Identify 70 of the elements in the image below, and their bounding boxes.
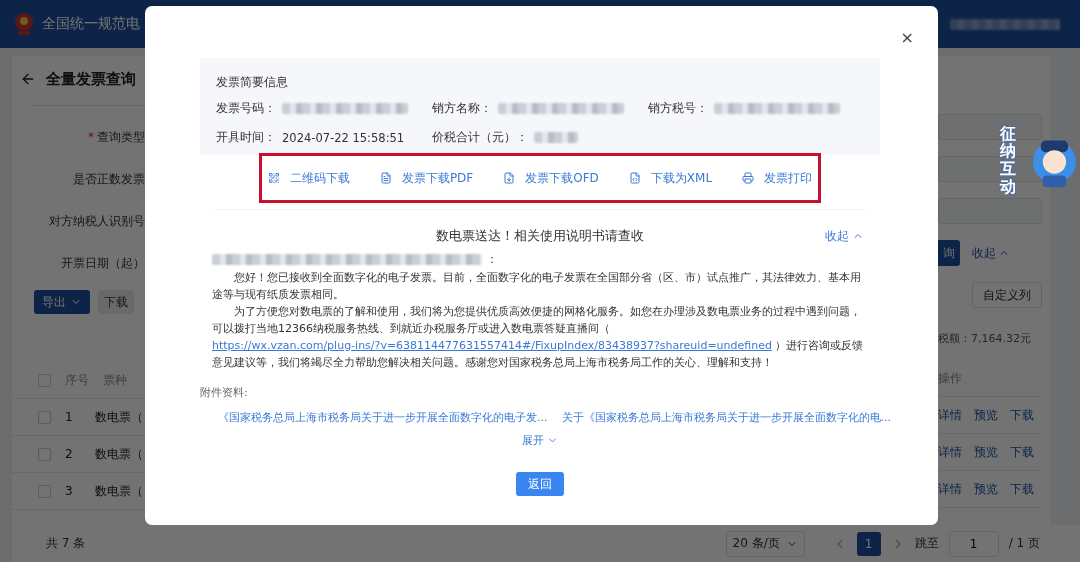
page-input[interactable]: 1 xyxy=(948,530,999,557)
page-count: / 1 页 xyxy=(1008,535,1040,552)
qr-code-icon xyxy=(267,172,280,184)
row-action-link[interactable]: 详情 xyxy=(938,480,962,498)
printer-icon xyxy=(742,172,755,184)
document-download-icon xyxy=(503,172,516,184)
download-action-link[interactable]: 发票下载PDF xyxy=(401,169,474,187)
attachments-label: 附件资料: xyxy=(200,385,249,400)
table-cell: 2 xyxy=(65,447,73,461)
notice-paragraph: 为了方便您对数电票的了解和使用，我们将为您提供优质高效便捷的网格化服务。如您在办理涉及数电票业务的过程中遇到问题，可以拨打当地12366纳税服务热线、到就近办税服务厅或进入数电票答疑直播间（ https://wx.vzan.com/plug-ins/?v=638114477631557414#/FixupIndex/83438937?shareuid=undefined ）进行咨询或反馈意见建议等，我们将竭尽全力帮助您解决相关问题。感谢您对国家税务总局上海市税务局工作的关心、理解和支持！ xyxy=(212,304,865,371)
table-cell: 1 xyxy=(65,410,73,424)
collapse-link[interactable]: 收起 xyxy=(825,227,864,245)
row-action-link[interactable]: 下载 xyxy=(1010,480,1034,498)
input-field[interactable] xyxy=(938,114,1042,140)
input-field[interactable] xyxy=(938,198,1042,224)
info-label: 销方名称： xyxy=(432,101,492,116)
row-action-link[interactable]: 详情 xyxy=(938,443,962,461)
download-action-link[interactable]: 二维码下载 xyxy=(289,169,350,187)
page-button[interactable]: 1 xyxy=(856,531,881,556)
expand-link[interactable]: 展开 xyxy=(522,433,558,448)
info-label: 发票号码： xyxy=(216,101,276,116)
info-label: 开具时间： xyxy=(216,130,276,145)
info-value: 2024-07-22 15:58:51 xyxy=(282,130,405,145)
back-button[interactable]: 返回 xyxy=(516,472,564,496)
mascot-label: 征纳互动 xyxy=(1000,124,1017,196)
emblem-icon xyxy=(12,11,36,37)
notice-paragraph: 您好！您已接收到全面数字化的电子发票。目前，全面数字化的电子发票在全国部分省（区、市）试点推广，其法律效力、基本用途等与现有纸质发票相同。 xyxy=(212,270,862,303)
row-action-link[interactable]: 预览 xyxy=(974,406,998,424)
row-action-link[interactable]: 预览 xyxy=(974,480,998,498)
collapse-link[interactable]: 收起 xyxy=(972,244,1010,262)
search-button[interactable]: 询 xyxy=(938,240,960,266)
row-checkbox[interactable] xyxy=(38,484,51,498)
info-title: 发票简要信息 xyxy=(216,74,289,91)
table-cell: 数电票（ xyxy=(94,445,143,463)
download-button[interactable]: 下载 xyxy=(98,290,134,314)
table-cell: 3 xyxy=(65,484,73,498)
filter-label: 是否正数发票 xyxy=(72,170,145,188)
notice-heading: 数电票送达！相关使用说明书请查收 xyxy=(436,227,644,245)
jump-label: 跳至 xyxy=(914,535,939,552)
attachment-link[interactable]: 《国家税务总局上海市税务局关于进一步开展全面数字化的电子发... xyxy=(218,410,548,425)
table-cell: 数电票（ xyxy=(94,482,143,500)
select-all-checkbox[interactable] xyxy=(38,373,51,387)
filter-label: 开票日期（起） xyxy=(60,254,145,272)
row-action-link[interactable]: 下载 xyxy=(1010,406,1034,424)
download-action-link[interactable]: 发票打印 xyxy=(764,169,813,187)
info-label: 销方税号： xyxy=(648,101,708,116)
salutation-colon: ： xyxy=(486,252,498,267)
export-button[interactable]: 导出 xyxy=(34,290,90,314)
document-icon xyxy=(379,172,392,184)
page-size-select[interactable]: 20 条/页 xyxy=(725,530,805,557)
page-title: 全量发票查询 xyxy=(46,69,136,89)
tax-summary: 税额：7,164.32元 xyxy=(938,330,1032,347)
download-action-link[interactable]: 发票下载OFD xyxy=(525,169,599,187)
table-cell: 数电票（ xyxy=(94,408,143,426)
row-checkbox[interactable] xyxy=(38,410,51,424)
row-action-link[interactable]: 详情 xyxy=(938,406,962,424)
filter-label: 对方纳税人识别号 xyxy=(48,212,145,230)
row-action-link[interactable]: 下载 xyxy=(1010,443,1034,461)
row-checkbox[interactable] xyxy=(38,447,51,461)
row-action-link[interactable]: 预览 xyxy=(974,443,998,461)
live-room-link[interactable]: https://wx.vzan.com/plug-ins/?v=638114477631557414#/FixupIndex/83438937?shareuid=undefined xyxy=(212,339,772,352)
site-title: 全国统一规范电 xyxy=(42,15,140,33)
attachment-link[interactable]: 关于《国家税务总局上海市税务局关于进一步开展全面数字化的电... xyxy=(561,410,891,425)
download-action-link[interactable]: 下载为XML xyxy=(650,169,713,187)
custom-columns-button[interactable]: 自定义列 xyxy=(972,282,1042,308)
info-label: 价税合计（元）： xyxy=(432,130,528,145)
code-file-icon xyxy=(628,172,641,184)
close-button[interactable]: × xyxy=(900,28,914,47)
filter-label: * 查询类型 xyxy=(87,128,145,146)
total-count: 共 7 条 xyxy=(46,535,86,552)
